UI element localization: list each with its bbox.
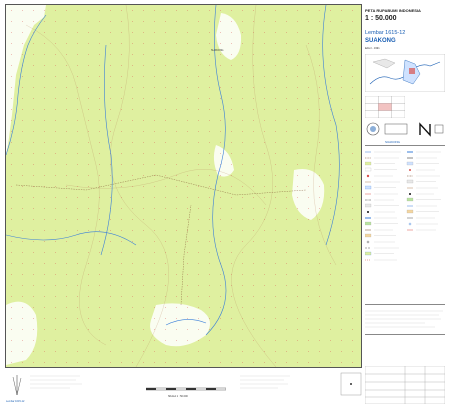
location-index-map — [365, 54, 445, 92]
scale-title: 1 : 50.000 — [365, 15, 397, 22]
edition-label: Edisi I - 1991 — [365, 47, 380, 50]
notes-block — [365, 310, 443, 328]
sheet-number: Lembar 1615-12 — [365, 30, 406, 36]
bottom-notes-center — [240, 375, 290, 389]
place-name-suakong: SUAKONG — [211, 49, 224, 52]
adjoining-sheets-diagram — [340, 372, 362, 396]
sheet-index-grid — [365, 96, 405, 118]
map-legend-panel: PETA RUPABUMI INDONESIA 1 : 50.000 Lemba… — [363, 4, 447, 406]
divider — [365, 304, 445, 305]
divider — [365, 334, 445, 335]
divider — [365, 145, 445, 146]
north-arrow-diagram — [12, 375, 22, 396]
index-caption: SUAKONG — [385, 140, 401, 144]
sheet-name: SUAKONG — [365, 38, 396, 44]
scale-caption: SKALA 1 : 50.000 — [168, 395, 188, 398]
series-title: PETA RUPABUMI INDONESIA — [365, 8, 421, 13]
legend-list — [363, 148, 447, 298]
grid-dots — [6, 5, 361, 367]
sheet-corner-label: Lembar 1615-12 — [6, 400, 25, 403]
topographic-map[interactable] — [6, 5, 361, 367]
scale-bar — [146, 387, 226, 391]
legend-symbols — [365, 151, 441, 261]
reference-tables — [365, 366, 445, 404]
map-sheet: SUAKONG PETA RUPABUMI INDONESIA 1 : 50.0… — [0, 0, 450, 409]
agency-logos — [366, 122, 444, 137]
bottom-notes-left — [30, 375, 82, 389]
map-frame[interactable]: SUAKONG — [5, 4, 362, 368]
